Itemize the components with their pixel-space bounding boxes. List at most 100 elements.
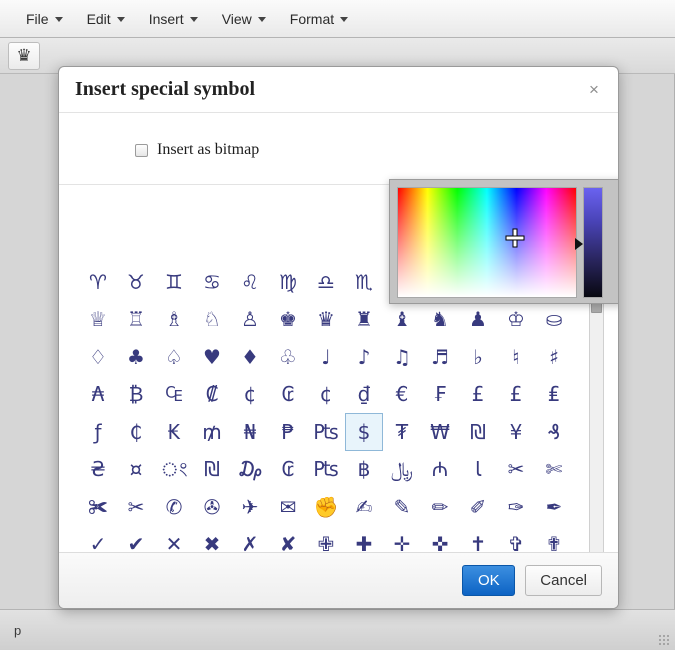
symbol-cell[interactable]: ฿ [345,451,383,489]
symbol-cell[interactable]: ♝ [383,301,421,339]
symbol-cell[interactable]: ✐ [459,488,497,526]
symbol-cell[interactable]: ♍ [269,263,307,301]
symbol-cell[interactable]: ₱ [269,413,307,451]
symbol-cell[interactable]: ₪ [193,451,231,489]
symbol-cell[interactable]: ✒ [535,488,573,526]
symbol-cell[interactable]: ✆ [155,488,193,526]
resize-grip-icon[interactable] [658,634,670,646]
symbol-cell[interactable]: ♚ [269,301,307,339]
symbol-cell[interactable]: ♞ [421,301,459,339]
symbol-cell[interactable]: ♥ [193,338,231,376]
symbol-cell[interactable]: ✍ [345,488,383,526]
symbol-cell[interactable]: € [383,376,421,414]
symbol-cell[interactable]: ₠ [155,376,193,414]
menu-item-edit[interactable]: Edit [75,6,137,32]
symbol-cell[interactable]: ₢ [269,376,307,414]
symbol-cell[interactable]: ♔ [497,301,535,339]
symbol-cell[interactable]: ﺎ [459,451,497,489]
symbol-cell[interactable]: ♈ [79,263,117,301]
color-crosshair-icon[interactable] [507,230,524,247]
symbol-cell[interactable]: ♘ [193,301,231,339]
menu-item-format[interactable]: Format [278,6,360,32]
symbol-cell[interactable]: ✈ [231,488,269,526]
symbol-cell[interactable]: ₭ [155,413,193,451]
menu-item-view[interactable]: View [210,6,278,32]
symbol-cell[interactable]: ♭ [459,338,497,376]
symbol-cell[interactable]: ♙ [231,301,269,339]
symbol-cell[interactable]: ♣ [117,338,155,376]
saturation-value-area[interactable] [397,187,577,298]
symbol-cell[interactable]: ং [155,451,193,489]
symbol-cell[interactable]: ♩ [307,338,345,376]
symbol-cell[interactable]: ♌ [231,263,269,301]
symbol-cell[interactable]: ✊ [307,488,345,526]
symbol-cell[interactable]: ♯ [535,338,573,376]
symbol-cell[interactable]: ✂ [497,451,535,489]
symbol-cell[interactable]: ♎ [307,263,345,301]
symbol-cell[interactable]: ♮ [497,338,535,376]
scroll-down-arrow-icon[interactable] [592,608,602,609]
symbol-cell[interactable]: ✉ [269,488,307,526]
symbol-cell[interactable]: ₼ [421,451,459,489]
symbol-cell[interactable]: ₧ [307,451,345,489]
symbol-cell[interactable]: ₤ [535,376,573,414]
symbol-cell[interactable]: ﷼ [383,451,421,489]
symbol-cell[interactable]: ♏ [345,263,383,301]
symbol-cell[interactable]: ✎ [383,488,421,526]
symbol-cell[interactable]: ¤ [117,451,155,489]
menu-item-insert[interactable]: Insert [137,6,210,32]
symbol-cell[interactable]: ✄ [535,451,573,489]
symbol-cell[interactable]: ♊ [155,263,193,301]
symbol-cell[interactable]: ¥ [497,413,535,451]
symbol-cell[interactable]: ♜ [345,301,383,339]
symbol-cell[interactable]: ♪ [345,338,383,376]
close-icon[interactable]: × [584,80,604,100]
symbol-cell[interactable]: ♋ [193,263,231,301]
symbol-cell[interactable]: ✇ [193,488,231,526]
menu-item-file[interactable]: File [14,6,75,32]
symbol-cell[interactable]: ₩ [421,413,459,451]
insert-as-bitmap-row[interactable]: Insert as bitmap [135,141,259,159]
symbol-cell[interactable]: ♛ [307,301,345,339]
brightness-strip[interactable] [583,187,603,298]
symbol-cell[interactable]: ₫ [345,376,383,414]
symbol-cell[interactable]: ♟ [459,301,497,339]
symbol-cell[interactable]: ₣ [421,376,459,414]
symbol-cell[interactable]: ₴ [79,451,117,489]
symbol-cell[interactable]: ♬ [421,338,459,376]
symbol-cell[interactable]: ♕ [79,301,117,339]
symbol-cell[interactable]: ₮ [383,413,421,451]
symbol-cell[interactable]: £ [497,376,535,414]
symbol-cell[interactable]: ✏ [421,488,459,526]
symbol-cell[interactable]: ₧ [307,413,345,451]
symbol-cell[interactable]: ₢ [269,451,307,489]
ok-button[interactable]: OK [462,565,515,596]
symbol-cell[interactable]: ⛀ [535,301,573,339]
symbol-cell[interactable]: ₳ [79,376,117,414]
symbol-cell[interactable]: ♢ [79,338,117,376]
symbol-cell-selected[interactable]: $ [345,413,383,451]
symbol-cell[interactable]: ¢ [307,376,345,414]
insert-special-symbol-button[interactable]: ♛ [8,42,40,70]
symbol-cell[interactable]: £ [459,376,497,414]
symbol-cell[interactable]: ₥ [193,413,231,451]
symbol-cell[interactable]: ✀ [79,488,117,526]
symbol-cell[interactable]: ♫ [383,338,421,376]
symbol-cell[interactable]: ✑ [497,488,535,526]
symbol-cell[interactable]: ♤ [155,338,193,376]
cancel-button[interactable]: Cancel [525,565,602,596]
symbol-cell[interactable]: ₵ [117,413,155,451]
brightness-pointer-icon[interactable] [575,238,583,250]
color-picker-popup[interactable] [389,179,619,304]
symbol-cell[interactable]: ♧ [269,338,307,376]
symbol-cell[interactable]: ₯ [231,451,269,489]
symbol-cell[interactable]: ƒ [79,413,117,451]
symbol-cell[interactable]: ₡ [193,376,231,414]
symbol-cell[interactable]: ¢ [231,376,269,414]
symbol-cell[interactable]: ♖ [117,301,155,339]
symbol-cell[interactable]: ₿ [117,376,155,414]
insert-as-bitmap-checkbox[interactable] [135,144,148,157]
symbol-cell[interactable]: ✂ [117,488,155,526]
symbol-cell[interactable]: ₪ [459,413,497,451]
symbol-cell[interactable]: ♦ [231,338,269,376]
